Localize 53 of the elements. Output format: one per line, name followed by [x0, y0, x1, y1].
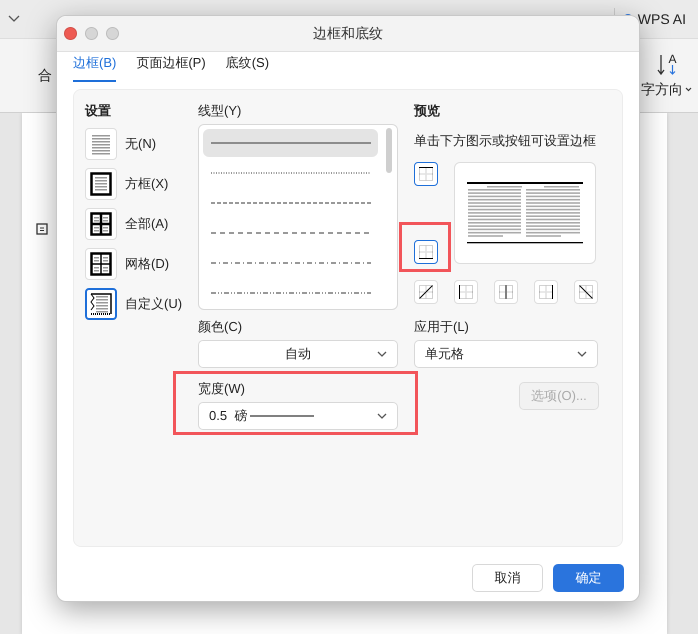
border-line-icon	[417, 283, 435, 301]
border-toggle-button[interactable]	[414, 240, 438, 264]
box-border-icon	[90, 172, 112, 196]
down-arrow-icon	[656, 52, 666, 76]
chevron-down-icon	[8, 15, 20, 23]
no-border-icon	[90, 133, 112, 155]
chevron-down-icon	[377, 413, 387, 420]
section-title: 预览	[414, 102, 441, 120]
border-line-icon	[457, 283, 475, 301]
chevron-down-icon	[685, 87, 692, 92]
width-select[interactable]: 0.5 磅	[198, 402, 398, 430]
frame-icon[interactable]	[34, 221, 50, 237]
border-line-icon	[417, 165, 435, 183]
section-title: 设置	[85, 102, 112, 120]
custom-border-icon	[89, 292, 113, 316]
border-line-icon	[577, 283, 595, 301]
border-line-icon	[537, 283, 555, 301]
field-label: 宽度(W)	[198, 380, 246, 398]
grid-border-icon	[90, 212, 112, 236]
setting-label: 方框(X)	[125, 175, 168, 193]
preview-hint: 单击下方图示或按钮可设置边框	[414, 132, 597, 150]
section-title: 线型(Y)	[198, 102, 242, 120]
setting-label: 全部(A)	[125, 215, 168, 233]
merge-label[interactable]: 合	[38, 66, 52, 84]
border-line-icon	[417, 243, 435, 261]
cancel-button[interactable]: 取消	[472, 564, 543, 592]
setting-button[interactable]	[85, 288, 117, 320]
setting-label: 自定义(U)	[125, 295, 182, 313]
border-line-icon	[497, 283, 515, 301]
ai-button[interactable]: WPS AI	[638, 11, 686, 27]
down-arrow-icon	[668, 64, 676, 74]
window-title: 边框和底纹	[313, 24, 383, 42]
grid-border-icon	[90, 252, 112, 276]
scrollbar[interactable]	[386, 128, 392, 173]
confirm-button[interactable]: 确定	[553, 564, 624, 592]
setting-label: 网格(D)	[125, 255, 170, 273]
border-toggle-button[interactable]	[414, 162, 438, 186]
text-direction-button[interactable]: 字方向	[641, 80, 683, 98]
chevron-down-icon	[377, 351, 387, 358]
close-button[interactable]	[64, 27, 77, 40]
line-width-sample	[250, 415, 314, 417]
text-direction-letter: A	[668, 52, 676, 64]
tab[interactable]: 页面边框(P)	[136, 54, 206, 82]
setting-label: 无(N)	[125, 135, 156, 153]
field-label: 颜色(C)	[198, 318, 244, 336]
field-label: 应用于(L)	[414, 318, 470, 336]
apply-to-select[interactable]: 单元格	[414, 340, 598, 368]
color-select[interactable]: 自动	[198, 340, 398, 368]
chevron-down-icon	[577, 351, 587, 358]
tab[interactable]: 底纹(S)	[226, 54, 270, 82]
tab[interactable]: 边框(B)	[73, 54, 116, 82]
preview-box[interactable]	[454, 162, 596, 264]
line-style-option[interactable]	[203, 129, 378, 157]
